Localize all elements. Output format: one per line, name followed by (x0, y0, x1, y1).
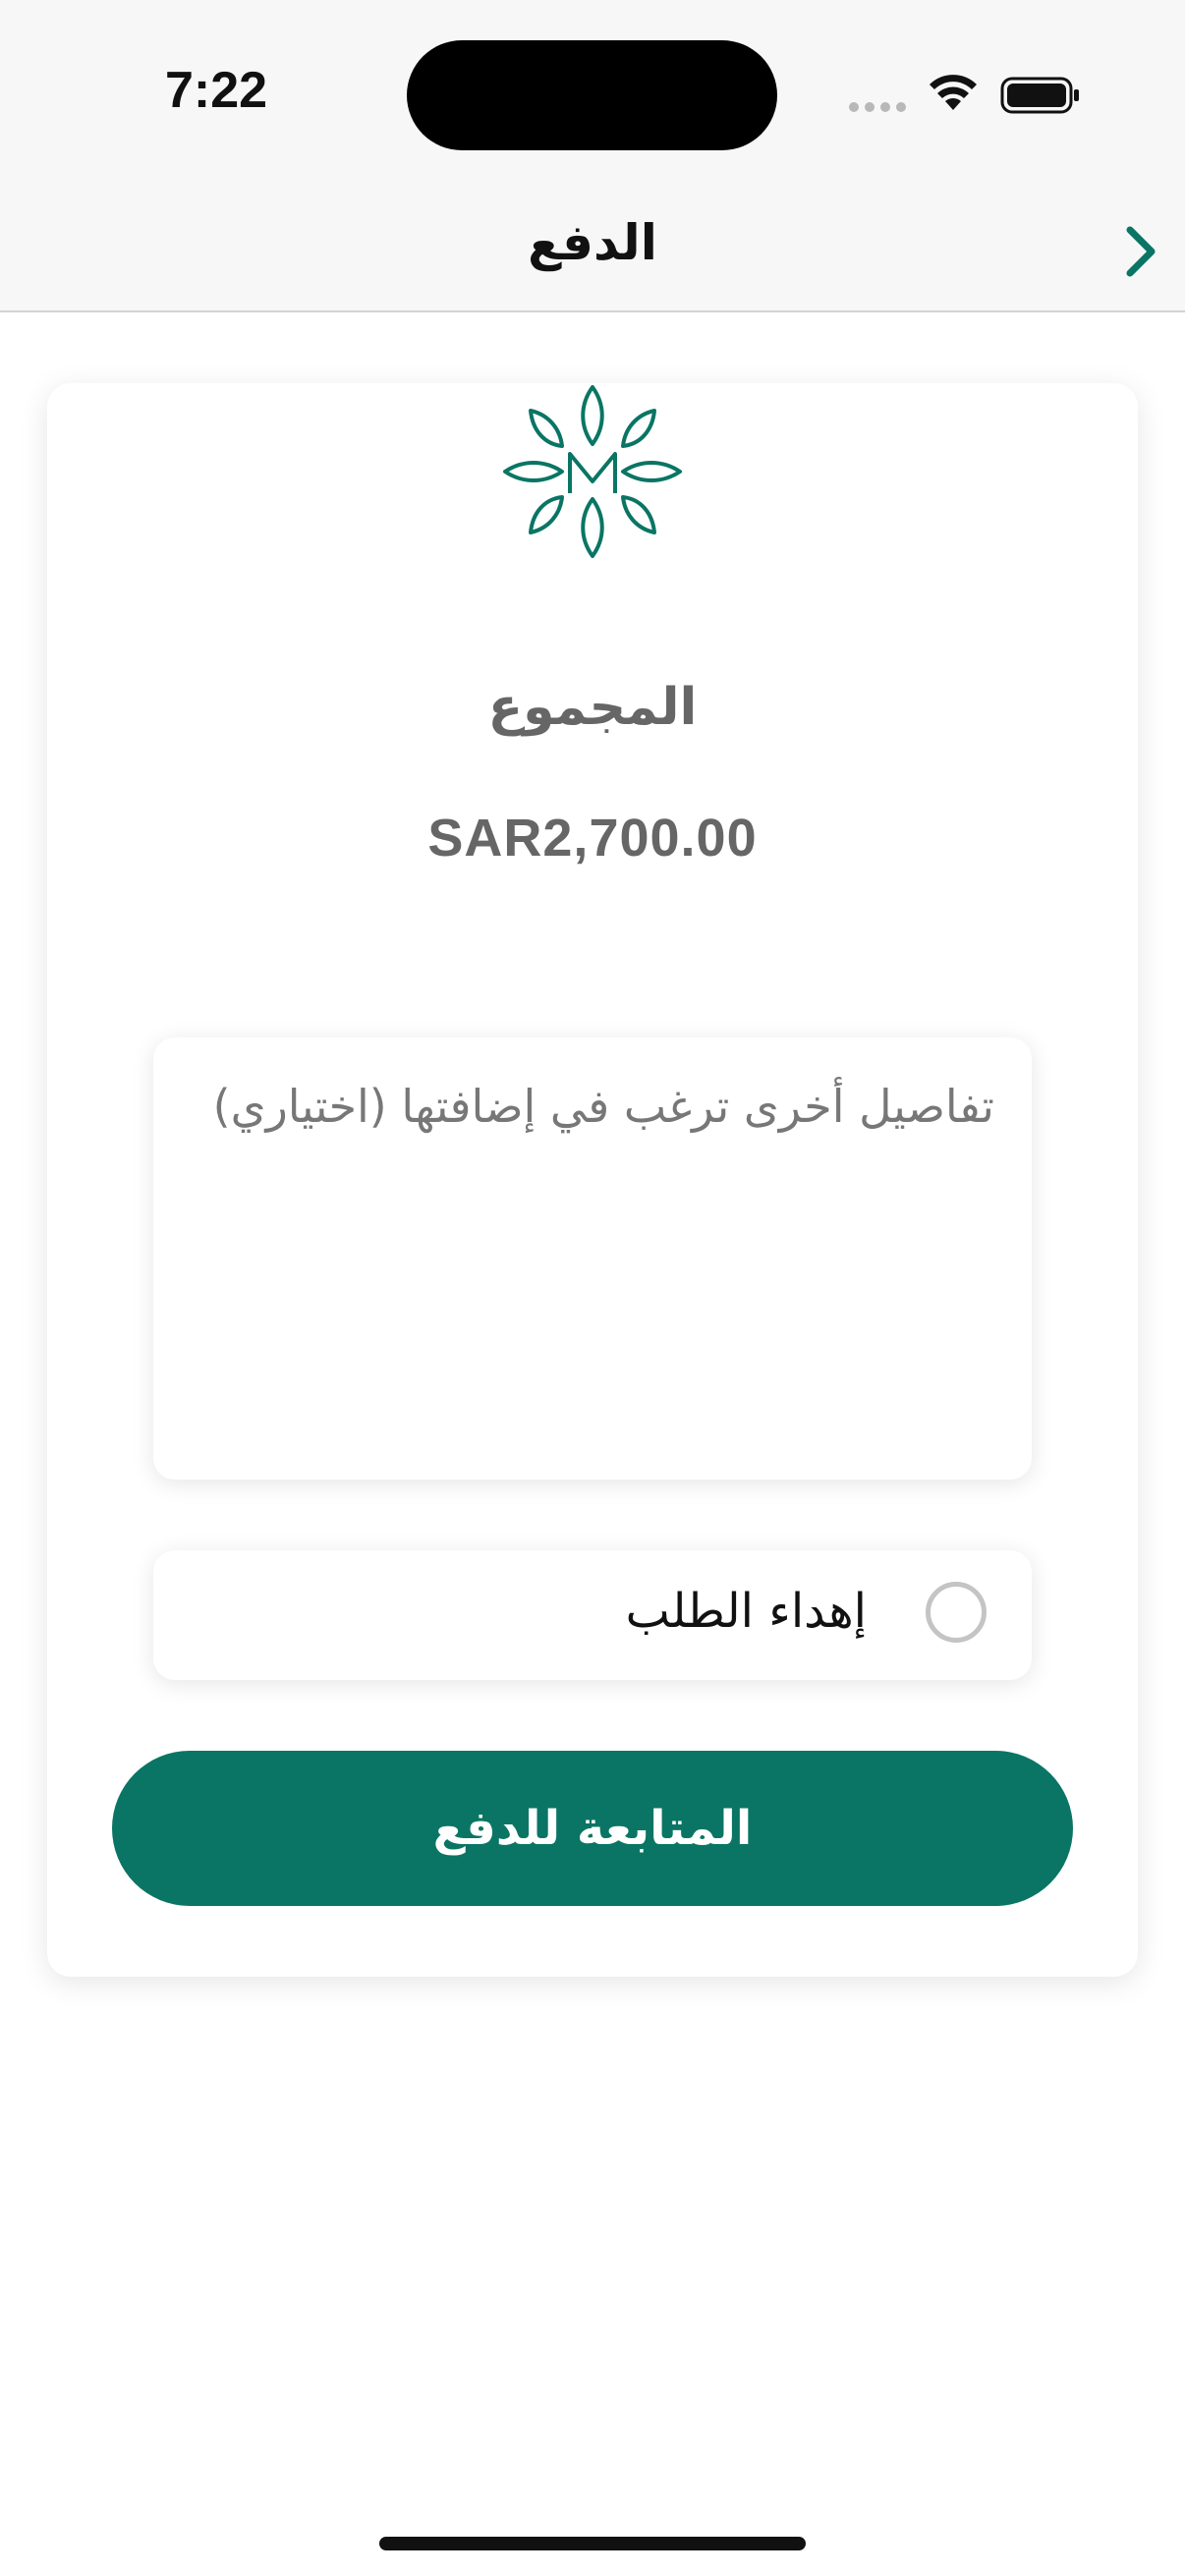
continue-to-payment-button[interactable]: المتابعة للدفع (112, 1751, 1073, 1906)
status-time: 7:22 (164, 62, 268, 119)
notes-input[interactable] (193, 1067, 996, 1444)
gift-order-label: إهداء الطلب (625, 1584, 867, 1639)
brand-leaf-logo-icon (503, 385, 682, 558)
chevron-right-icon[interactable] (1110, 212, 1169, 291)
total-amount: SAR2,700.00 (427, 809, 758, 868)
home-indicator (379, 2537, 806, 2550)
dynamic-island (407, 40, 777, 150)
payment-screen: 7:22 الدفع المجموع SAR2,700.00 تفاصيل أخ… (0, 0, 1185, 2576)
total-label: المجموع (487, 678, 698, 737)
gift-order-option[interactable]: إهداء الطلب (153, 1550, 1032, 1680)
battery-icon (1000, 77, 1079, 114)
page-title: الدفع (528, 214, 657, 271)
signal-dots-icon (849, 102, 906, 112)
notes-field-container (153, 1037, 1032, 1480)
payment-summary-card: المجموع SAR2,700.00 إهداء الطلب المتابعة… (47, 383, 1138, 1977)
wifi-icon (930, 75, 977, 110)
navigation-bar: الدفع (0, 187, 1185, 312)
gift-order-radio[interactable] (926, 1582, 987, 1643)
status-bar: 7:22 (0, 0, 1185, 187)
